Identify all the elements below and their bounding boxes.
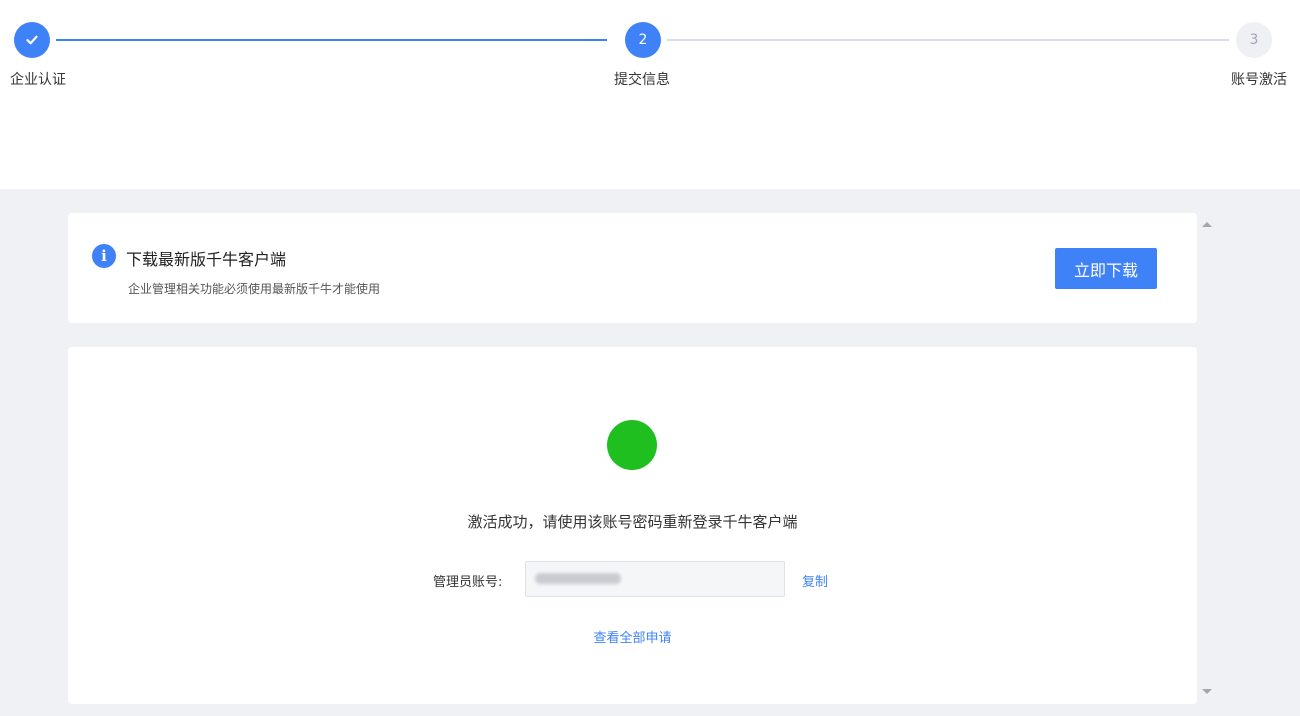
content-area: i 下载最新版千牛客户端 企业管理相关功能必须使用最新版千牛才能使用 立即下载 …: [0, 189, 1300, 716]
step-connector-pending: [667, 39, 1229, 41]
download-notice-card: i 下载最新版千牛客户端 企业管理相关功能必须使用最新版千牛才能使用 立即下载: [68, 213, 1197, 323]
notice-title: 下载最新版千牛客户端: [126, 250, 287, 269]
success-circle-icon: [607, 420, 657, 470]
admin-account-label: 管理员账号:: [433, 575, 503, 590]
success-message: 激活成功，请使用该账号密码重新登录千牛客户端: [467, 513, 798, 531]
redacted-account-value: [535, 573, 621, 584]
activation-result-card: 激活成功，请使用该账号密码重新登录千牛客户端 管理员账号: 复制 查看全部申请: [68, 347, 1197, 704]
step-3-circle: 3: [1236, 22, 1272, 58]
download-now-button[interactable]: 立即下载: [1055, 248, 1157, 289]
step-2-number: 2: [638, 32, 648, 48]
step-3-label: 账号激活: [1231, 72, 1287, 88]
copy-account-link[interactable]: 复制: [802, 571, 828, 590]
scroll-up-arrow-icon[interactable]: [1202, 222, 1212, 227]
step-1-label: 企业认证: [10, 72, 66, 88]
step-2-circle: 2: [625, 22, 661, 58]
progress-stepper: 2 3 企业认证 提交信息 账号激活: [0, 0, 1300, 189]
view-all-applications-link[interactable]: 查看全部申请: [68, 627, 1197, 646]
info-icon: i: [92, 244, 116, 268]
notice-description: 企业管理相关功能必须使用最新版千牛才能使用: [128, 282, 381, 296]
check-icon: [26, 35, 38, 45]
step-2-label: 提交信息: [614, 72, 670, 88]
scroll-down-arrow-icon[interactable]: [1202, 689, 1212, 694]
step-connector-completed: [56, 39, 607, 41]
step-1-circle: [14, 22, 50, 58]
step-3-number: 3: [1249, 32, 1259, 48]
